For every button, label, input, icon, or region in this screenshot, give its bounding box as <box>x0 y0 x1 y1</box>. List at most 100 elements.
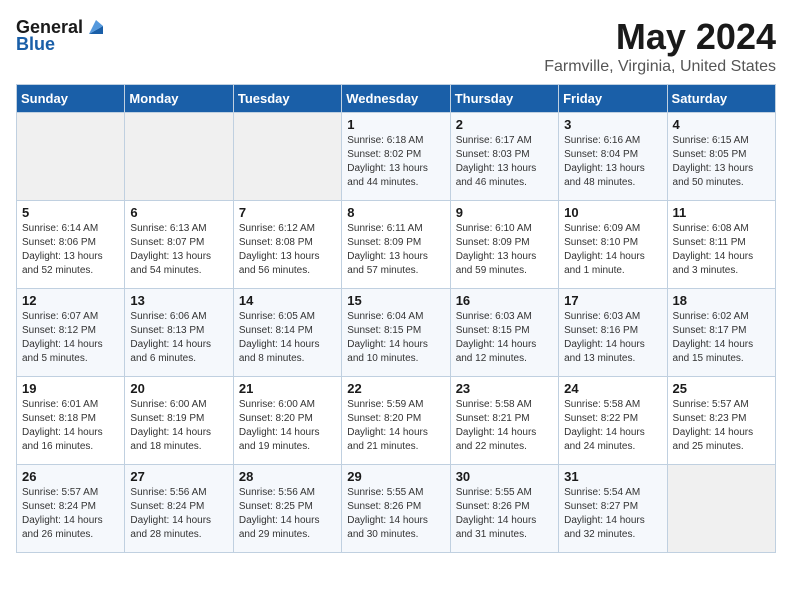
calendar-cell: 12Sunrise: 6:07 AMSunset: 8:12 PMDayligh… <box>17 289 125 377</box>
calendar-cell: 9 Sunrise: 6:10 AMSunset: 8:09 PMDaylight… <box>450 201 558 289</box>
calendar-cell: 29Sunrise: 5:55 AMSunset: 8:26 PMDayligh… <box>342 465 450 553</box>
day-detail: Sunrise: 6:10 AMSunset: 8:09 PMDaylight:… <box>456 222 553 278</box>
day-detail: Sunrise: 6:18 AMSunset: 8:02 PMDaylight:… <box>347 134 444 190</box>
calendar-cell: 11 Sunrise: 6:08 AMSunset: 8:11 PMDayligh… <box>667 201 775 289</box>
calendar-cell: 24Sunrise: 5:58 AMSunset: 8:22 PMDayligh… <box>559 377 667 465</box>
day-detail: Sunrise: 6:05 AMSunset: 8:14 PMDaylight:… <box>239 310 336 366</box>
day-number: 26 <box>22 469 119 484</box>
day-detail: Sunrise: 6:00 AMSunset: 8:19 PMDaylight:… <box>130 398 227 454</box>
day-number: 13 <box>130 293 227 308</box>
logo-blue-text: Blue <box>16 34 55 55</box>
day-detail: Sunrise: 6:00 AMSunset: 8:20 PMDaylight:… <box>239 398 336 454</box>
calendar-cell <box>125 113 233 201</box>
calendar-cell: 31Sunrise: 5:54 AMSunset: 8:27 PMDayligh… <box>559 465 667 553</box>
title-block: May 2024 Farmville, Virginia, United Sta… <box>544 16 776 76</box>
calendar-cell: 5 Sunrise: 6:14 AMSunset: 8:06 PMDaylight… <box>17 201 125 289</box>
calendar-cell: 13 Sunrise: 6:06 AMSunset: 8:13 PMDayligh… <box>125 289 233 377</box>
day-number: 6 <box>130 205 227 220</box>
day-number: 8 <box>347 205 444 220</box>
calendar-cell: 14 Sunrise: 6:05 AMSunset: 8:14 PMDayligh… <box>233 289 341 377</box>
day-number: 14 <box>239 293 336 308</box>
header-day-sunday: Sunday <box>17 85 125 113</box>
calendar-cell: 27Sunrise: 5:56 AMSunset: 8:24 PMDayligh… <box>125 465 233 553</box>
calendar-cell: 19Sunrise: 6:01 AMSunset: 8:18 PMDayligh… <box>17 377 125 465</box>
calendar-cell: 10 Sunrise: 6:09 AMSunset: 8:10 PMDayligh… <box>559 201 667 289</box>
day-detail: Sunrise: 5:58 AMSunset: 8:22 PMDaylight:… <box>564 398 661 454</box>
calendar-cell: 4 Sunrise: 6:15 AMSunset: 8:05 PMDaylight… <box>667 113 775 201</box>
day-detail: Sunrise: 5:59 AMSunset: 8:20 PMDaylight:… <box>347 398 444 454</box>
day-detail: Sunrise: 6:09 AMSunset: 8:10 PMDaylight:… <box>564 222 661 278</box>
header-day-monday: Monday <box>125 85 233 113</box>
day-detail: Sunrise: 6:12 AMSunset: 8:08 PMDaylight:… <box>239 222 336 278</box>
day-number: 10 <box>564 205 661 220</box>
day-detail: Sunrise: 5:56 AMSunset: 8:24 PMDaylight:… <box>130 486 227 542</box>
day-number: 2 <box>456 117 553 132</box>
day-detail: Sunrise: 6:06 AMSunset: 8:13 PMDaylight:… <box>130 310 227 366</box>
day-detail: Sunrise: 5:57 AMSunset: 8:24 PMDaylight:… <box>22 486 119 542</box>
calendar-cell <box>17 113 125 201</box>
day-number: 29 <box>347 469 444 484</box>
calendar-cell: 15Sunrise: 6:04 AMSunset: 8:15 PMDayligh… <box>342 289 450 377</box>
week-row-2: 5 Sunrise: 6:14 AMSunset: 8:06 PMDaylight… <box>17 201 776 289</box>
header-day-thursday: Thursday <box>450 85 558 113</box>
day-number: 19 <box>22 381 119 396</box>
week-row-1: 1 Sunrise: 6:18 AMSunset: 8:02 PMDaylight… <box>17 113 776 201</box>
calendar-cell: 16Sunrise: 6:03 AMSunset: 8:15 PMDayligh… <box>450 289 558 377</box>
day-detail: Sunrise: 5:57 AMSunset: 8:23 PMDaylight:… <box>673 398 770 454</box>
day-detail: Sunrise: 6:02 AMSunset: 8:17 PMDaylight:… <box>673 310 770 366</box>
day-number: 1 <box>347 117 444 132</box>
day-number: 4 <box>673 117 770 132</box>
day-number: 30 <box>456 469 553 484</box>
day-number: 18 <box>673 293 770 308</box>
day-number: 25 <box>673 381 770 396</box>
calendar-cell: 6Sunrise: 6:13 AMSunset: 8:07 PMDaylight… <box>125 201 233 289</box>
calendar-cell: 21Sunrise: 6:00 AMSunset: 8:20 PMDayligh… <box>233 377 341 465</box>
day-number: 17 <box>564 293 661 308</box>
day-detail: Sunrise: 6:14 AMSunset: 8:06 PMDaylight:… <box>22 222 119 278</box>
day-detail: Sunrise: 5:58 AMSunset: 8:21 PMDaylight:… <box>456 398 553 454</box>
day-detail: Sunrise: 6:11 AMSunset: 8:09 PMDaylight:… <box>347 222 444 278</box>
logo-icon <box>85 16 107 38</box>
logo: General Blue <box>16 16 107 55</box>
calendar-cell: 28 Sunrise: 5:56 AMSunset: 8:25 PMDayligh… <box>233 465 341 553</box>
day-number: 16 <box>456 293 553 308</box>
calendar-cell: 8 Sunrise: 6:11 AMSunset: 8:09 PMDaylight… <box>342 201 450 289</box>
calendar-cell: 7 Sunrise: 6:12 AMSunset: 8:08 PMDaylight… <box>233 201 341 289</box>
calendar-cell: 22 Sunrise: 5:59 AMSunset: 8:20 PMDayligh… <box>342 377 450 465</box>
day-number: 20 <box>130 381 227 396</box>
week-row-5: 26 Sunrise: 5:57 AMSunset: 8:24 PMDayligh… <box>17 465 776 553</box>
calendar-cell: 2 Sunrise: 6:17 AMSunset: 8:03 PMDaylight… <box>450 113 558 201</box>
week-row-3: 12Sunrise: 6:07 AMSunset: 8:12 PMDayligh… <box>17 289 776 377</box>
calendar-table: SundayMondayTuesdayWednesdayThursdayFrid… <box>16 84 776 553</box>
calendar-cell: 18 Sunrise: 6:02 AMSunset: 8:17 PMDayligh… <box>667 289 775 377</box>
calendar-title: May 2024 <box>544 16 776 58</box>
calendar-subtitle: Farmville, Virginia, United States <box>544 58 776 76</box>
page-header: General Blue May 2024 Farmville, Virgini… <box>16 16 776 76</box>
day-number: 22 <box>347 381 444 396</box>
calendar-cell <box>233 113 341 201</box>
calendar-cell <box>667 465 775 553</box>
calendar-cell: 17Sunrise: 6:03 AMSunset: 8:16 PMDayligh… <box>559 289 667 377</box>
week-row-4: 19Sunrise: 6:01 AMSunset: 8:18 PMDayligh… <box>17 377 776 465</box>
day-number: 28 <box>239 469 336 484</box>
day-detail: Sunrise: 6:17 AMSunset: 8:03 PMDaylight:… <box>456 134 553 190</box>
day-number: 9 <box>456 205 553 220</box>
day-detail: Sunrise: 5:55 AMSunset: 8:26 PMDaylight:… <box>456 486 553 542</box>
days-header-row: SundayMondayTuesdayWednesdayThursdayFrid… <box>17 85 776 113</box>
day-number: 11 <box>673 205 770 220</box>
day-detail: Sunrise: 5:54 AMSunset: 8:27 PMDaylight:… <box>564 486 661 542</box>
calendar-cell: 23 Sunrise: 5:58 AMSunset: 8:21 PMDayligh… <box>450 377 558 465</box>
day-number: 3 <box>564 117 661 132</box>
day-detail: Sunrise: 5:56 AMSunset: 8:25 PMDaylight:… <box>239 486 336 542</box>
day-number: 23 <box>456 381 553 396</box>
day-detail: Sunrise: 6:15 AMSunset: 8:05 PMDaylight:… <box>673 134 770 190</box>
header-day-wednesday: Wednesday <box>342 85 450 113</box>
header-day-tuesday: Tuesday <box>233 85 341 113</box>
day-number: 15 <box>347 293 444 308</box>
calendar-cell: 3Sunrise: 6:16 AMSunset: 8:04 PMDaylight… <box>559 113 667 201</box>
calendar-cell: 1 Sunrise: 6:18 AMSunset: 8:02 PMDaylight… <box>342 113 450 201</box>
day-detail: Sunrise: 6:07 AMSunset: 8:12 PMDaylight:… <box>22 310 119 366</box>
day-detail: Sunrise: 6:08 AMSunset: 8:11 PMDaylight:… <box>673 222 770 278</box>
day-number: 5 <box>22 205 119 220</box>
day-number: 7 <box>239 205 336 220</box>
